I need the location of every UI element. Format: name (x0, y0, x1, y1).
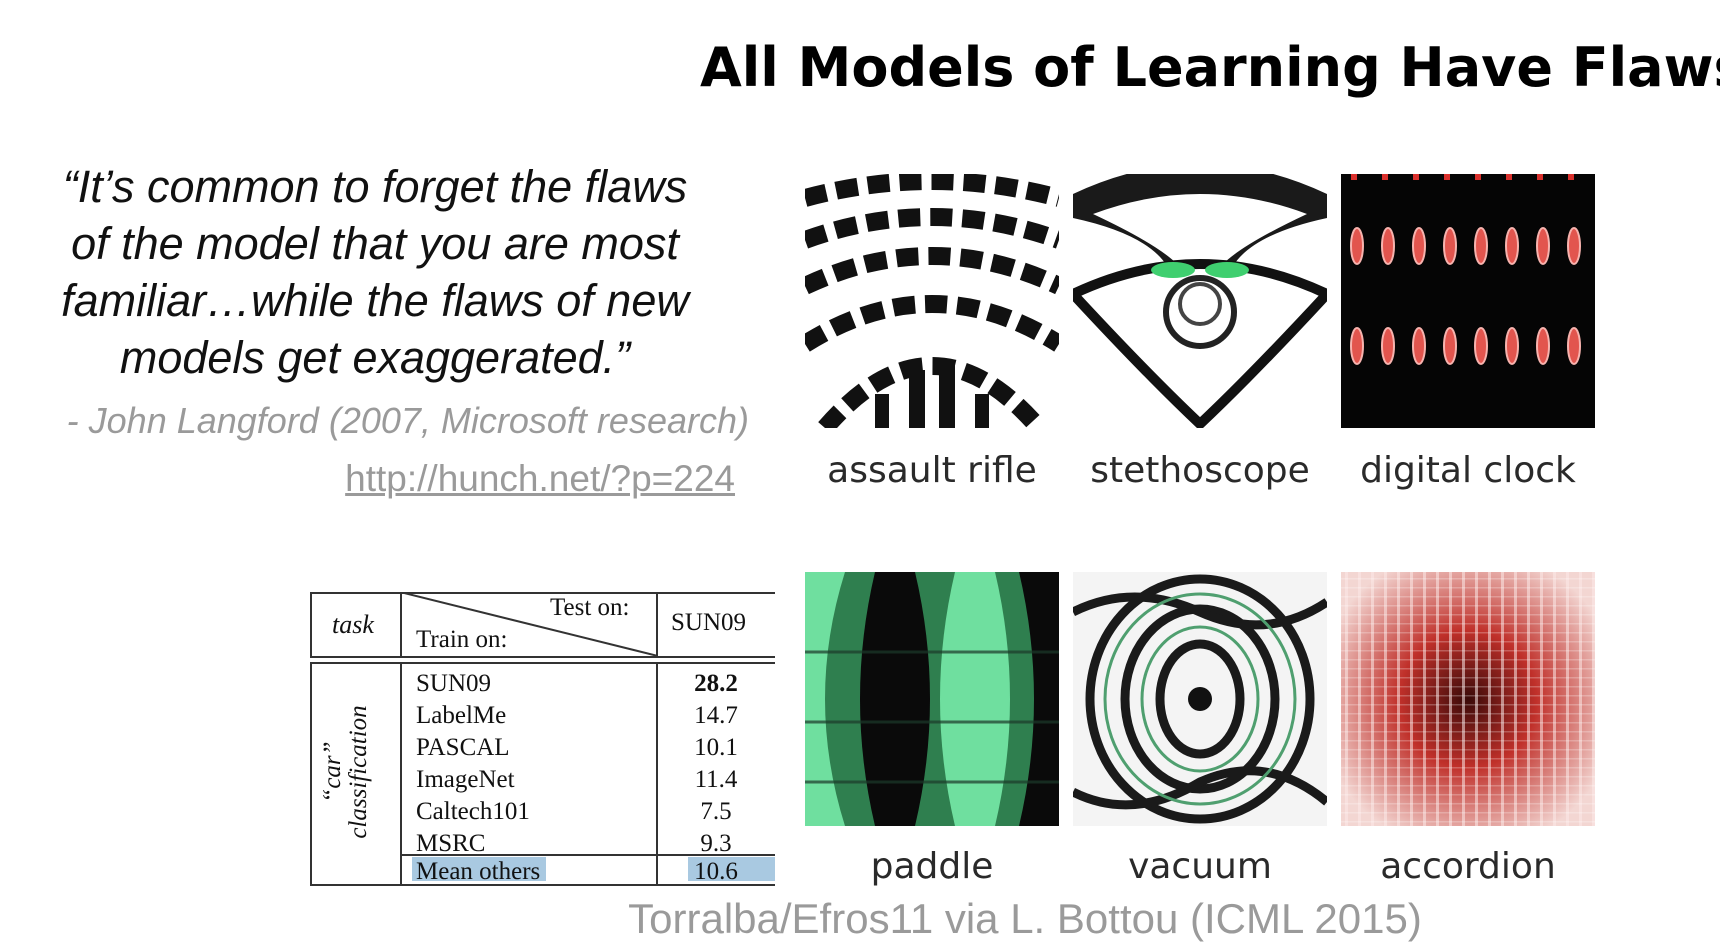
table-row-label: LabelMe (416, 702, 507, 729)
label-assault-rifle: assault rifle (827, 450, 1037, 491)
label-stethoscope: stethoscope (1090, 450, 1310, 491)
task-label-line: “car” (319, 741, 346, 803)
label-accordion: accordion (1380, 846, 1556, 887)
quote-line: “It’s common to forget the flaws (62, 161, 688, 212)
assault-rifle-pattern (805, 174, 1059, 428)
stethoscope-pattern (1073, 174, 1327, 428)
paddle-pattern (805, 572, 1059, 826)
train-on-header: Train on: (416, 626, 508, 653)
summary-value: 10.6 (694, 858, 738, 885)
column-header-sun09: SUN09 (671, 609, 747, 636)
table-row-value: 9.3 (700, 830, 732, 857)
table-row-label: Caltech101 (416, 798, 530, 825)
quote-attribution: - John Langford (2007, Microsoft researc… (66, 400, 749, 441)
table-row-label: SUN09 (416, 670, 492, 697)
quote-line: familiar…while the flaws of new (61, 275, 689, 326)
table-row-value: 28.2 (694, 670, 738, 697)
table-row-label: MSRC (416, 830, 486, 857)
summary-label: Mean others (416, 858, 541, 885)
citation: Torralba/Efros11 via L. Bottou (ICML 201… (628, 895, 1422, 942)
table-row-value: 14.7 (694, 702, 738, 729)
vacuum-pattern (1073, 572, 1327, 826)
table-row-value: 11.4 (694, 766, 738, 793)
quote-line: of the model that you are most (71, 218, 679, 269)
table-row-value: 7.5 (700, 798, 732, 825)
table-row-label: ImageNet (416, 766, 515, 793)
quote-line: models get exaggerated.” (119, 332, 631, 383)
label-vacuum: vacuum (1128, 846, 1272, 887)
task-label-line: classification (345, 705, 372, 839)
digital-clock-pattern (1341, 174, 1595, 428)
label-digital-clock: digital clock (1360, 450, 1576, 491)
results-table: task Test on: Train on: SUN09 “car” clas… (310, 592, 775, 886)
label-paddle: paddle (870, 846, 994, 887)
table-row-value: 10.1 (694, 734, 738, 761)
source-link[interactable]: http://hunch.net/?p=224 (345, 458, 735, 500)
task-header: task (332, 610, 374, 639)
accordion-pattern (1341, 572, 1595, 826)
test-on-header: Test on: (550, 594, 630, 621)
quote-block: “It’s common to forget the flaws of the … (10, 158, 740, 386)
table-row-label: PASCAL (416, 734, 510, 761)
task-label: “car” classification (319, 672, 372, 872)
page-title: All Models of Learning Have Flaws (700, 36, 1720, 99)
